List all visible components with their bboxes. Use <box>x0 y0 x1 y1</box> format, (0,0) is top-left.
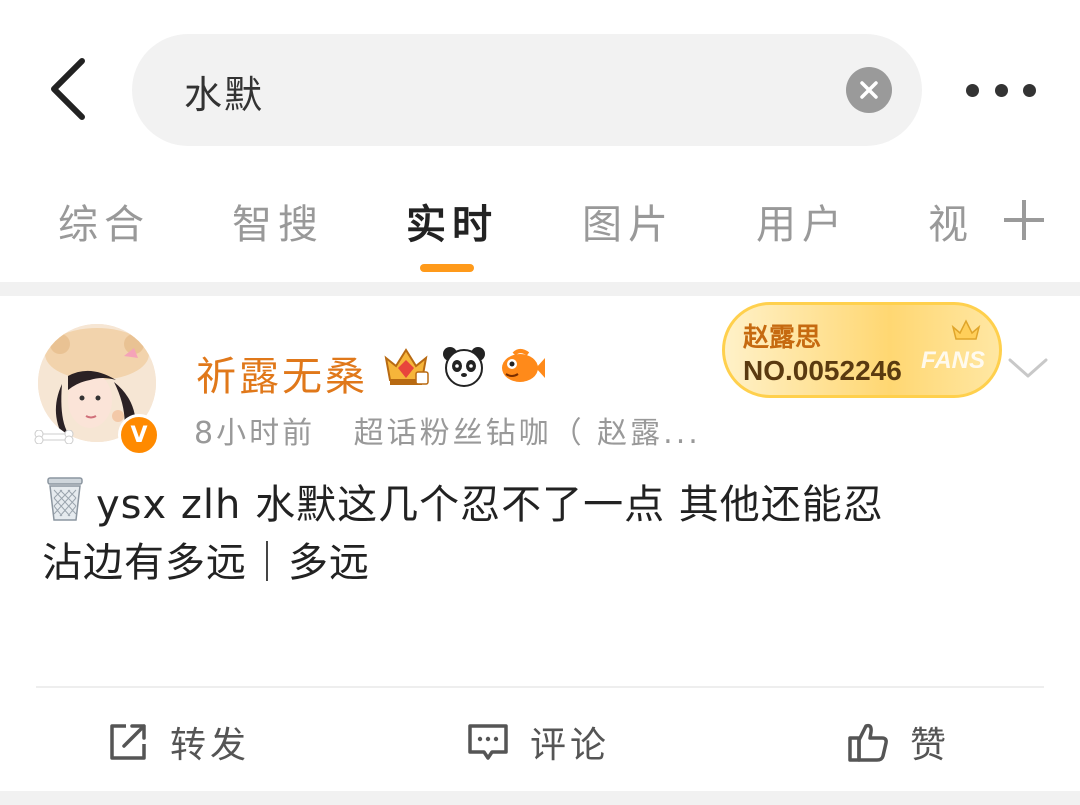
fans-card-label: FANS <box>921 347 986 374</box>
comment-button[interactable]: 评论 <box>466 716 610 768</box>
user-badges <box>382 344 546 388</box>
section-divider-bottom <box>0 791 1080 805</box>
tab-realtime[interactable]: 实时 <box>406 192 498 250</box>
add-tab-icon[interactable] <box>1002 198 1046 242</box>
post-time: 8小时前 <box>194 416 316 451</box>
search-query[interactable]: 水默 <box>184 64 264 119</box>
more-dot-icon <box>994 83 1008 97</box>
fans-card-name: 赵露思 <box>743 323 822 353</box>
fans-card[interactable]: 赵露思 NO.0052246 FANS <box>722 302 1002 398</box>
crown-icon <box>951 319 981 340</box>
comment-label: 评论 <box>530 725 611 766</box>
clear-search-button[interactable] <box>846 67 892 113</box>
more-options-button[interactable] <box>958 70 1044 110</box>
like-label: 赞 <box>910 725 951 766</box>
chevron-down-icon <box>1008 358 1048 378</box>
like-button[interactable]: 赞 <box>846 716 950 768</box>
trash-can-emoji-icon <box>47 477 83 521</box>
section-divider <box>0 282 1080 296</box>
tab-images[interactable]: 图片 <box>582 192 674 250</box>
post-source[interactable]: 超话粉丝钻咖（ 赵露... <box>354 416 701 451</box>
diamond-crown-badge-icon[interactable] <box>382 344 430 388</box>
search-tabs: 综合 智搜 实时 图片 用户 视 <box>0 170 1080 282</box>
close-icon <box>860 81 878 99</box>
repost-label: 转发 <box>170 725 251 766</box>
active-tab-indicator <box>420 264 474 272</box>
thumbs-up-icon <box>848 723 888 762</box>
post-action-divider <box>36 686 1044 688</box>
header: 水默 <box>0 0 1080 170</box>
tab-users[interactable]: 用户 <box>756 192 848 250</box>
back-arrow-icon <box>51 58 85 120</box>
verified-badge-icon: V <box>118 414 160 456</box>
post-menu-button[interactable] <box>1004 348 1052 388</box>
post-meta: 8小时前 超话粉丝钻咖（ 赵露... <box>194 408 701 452</box>
tab-smart-search[interactable]: 智搜 <box>232 192 324 250</box>
post-content-line: ysx zlh 水默这几个忍不了一点 其他还能忍 <box>42 474 1032 534</box>
fish-badge-icon[interactable] <box>498 344 546 388</box>
share-icon <box>110 724 146 760</box>
panda-badge-icon[interactable] <box>440 344 488 388</box>
more-dot-icon <box>1023 83 1036 97</box>
post-text-line-1: ysx zlh 水默这几个忍不了一点 其他还能忍 <box>96 482 884 528</box>
username[interactable]: 祈露无桑 <box>196 344 368 402</box>
back-button[interactable] <box>38 54 98 124</box>
more-dot-icon <box>966 83 979 97</box>
post-card[interactable]: V 祈露无桑 8小时前 超话粉丝钻咖（ 赵露... 赵露思 NO.0052246… <box>0 296 1080 791</box>
search-bar[interactable]: 水默 <box>132 34 922 146</box>
post-actions: 转发 评论 赞 <box>0 706 1080 776</box>
post-content: ysx zlh 水默这几个忍不了一点 其他还能忍 沾边有多远｜多远 <box>42 474 1032 592</box>
tab-video[interactable]: 视 <box>928 192 974 250</box>
tab-comprehensive[interactable]: 综合 <box>58 192 150 250</box>
fans-card-number: NO.0052246 <box>743 355 902 386</box>
bone-decoration-icon <box>34 430 74 444</box>
repost-button[interactable]: 转发 <box>106 716 250 768</box>
comment-icon <box>468 724 508 760</box>
post-text-line-2: 沾边有多远｜多远 <box>42 540 370 586</box>
